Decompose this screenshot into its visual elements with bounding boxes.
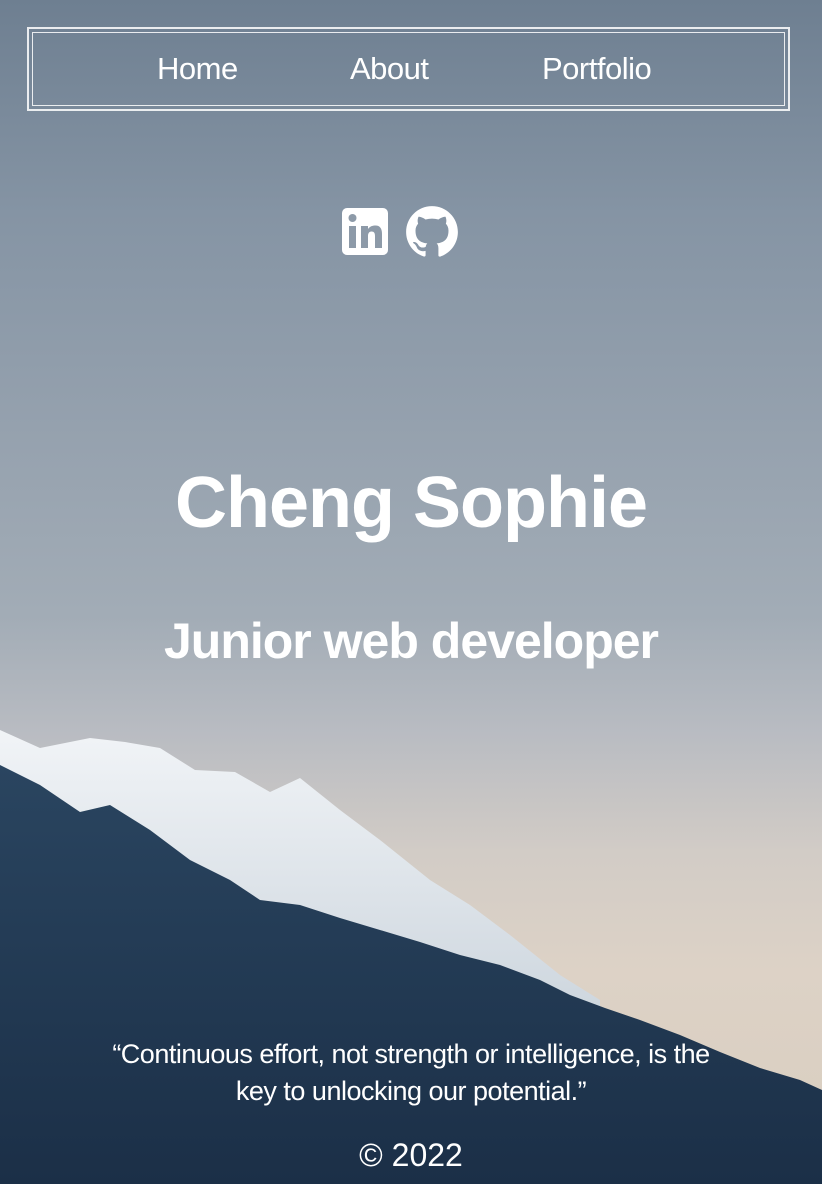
nav-link-about[interactable]: About (350, 51, 429, 87)
linkedin-icon (342, 208, 388, 255)
github-link[interactable] (405, 205, 459, 264)
nav-link-home[interactable]: Home (157, 51, 238, 87)
footer-quote: “Continuous effort, not strength or inte… (112, 1039, 710, 1106)
linkedin-link[interactable] (341, 205, 389, 262)
nav-link-portfolio[interactable]: Portfolio (542, 51, 652, 87)
hero-name: Cheng Sophie (175, 463, 648, 543)
main-nav: Home About Portfolio (27, 27, 790, 111)
footer-copyright: © 2022 (359, 1137, 463, 1173)
github-icon (406, 206, 458, 257)
background-mountain-image (0, 730, 822, 1184)
hero-role: Junior web developer (163, 613, 659, 669)
